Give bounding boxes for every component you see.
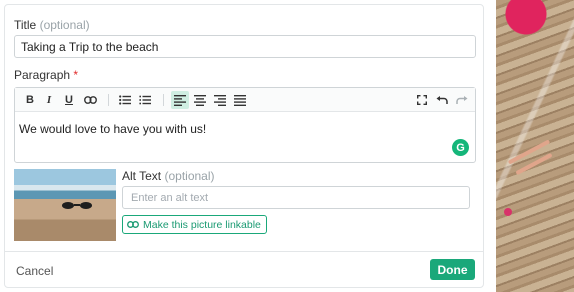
paragraph-editor[interactable]: B I U We would love to have you with us!… <box>14 87 476 163</box>
link-icon <box>83 96 97 104</box>
align-right-button[interactable] <box>211 91 229 109</box>
grammarly-icon[interactable]: G <box>452 139 469 156</box>
toolbar-divider <box>163 94 164 106</box>
editor-footer: Cancel Done <box>5 251 483 289</box>
cancel-button[interactable]: Cancel <box>16 264 53 278</box>
title-optional-hint: (optional) <box>39 18 90 32</box>
background-photo <box>496 0 574 292</box>
paragraph-label-text: Paragraph <box>14 68 71 82</box>
beach-image-thumbnail[interactable] <box>14 169 116 241</box>
make-picture-linkable-button[interactable]: Make this picture linkable <box>122 215 267 234</box>
alt-text-label-text: Alt Text <box>122 169 162 183</box>
align-left-icon <box>174 94 186 106</box>
alt-text-input[interactable] <box>122 186 470 209</box>
align-justify-icon <box>234 94 246 106</box>
paragraph-text[interactable]: We would love to have you with us! <box>19 122 206 136</box>
make-picture-linkable-label: Make this picture linkable <box>143 218 261 231</box>
numbered-list-button[interactable] <box>136 91 154 109</box>
align-center-button[interactable] <box>191 91 209 109</box>
bullet-list-icon <box>119 95 131 105</box>
photo-pin-decoration <box>504 208 512 216</box>
align-center-icon <box>194 94 206 106</box>
align-right-icon <box>214 94 226 106</box>
paragraph-label: Paragraph * <box>14 68 78 82</box>
fullscreen-button[interactable] <box>413 91 431 109</box>
undo-icon <box>436 95 448 104</box>
bullet-list-button[interactable] <box>116 91 134 109</box>
done-button[interactable]: Done <box>430 259 475 280</box>
title-label-text: Title <box>14 18 37 32</box>
title-label: Title (optional) <box>14 18 90 32</box>
redo-button[interactable] <box>453 91 471 109</box>
required-asterisk: * <box>73 68 79 82</box>
italic-button[interactable]: I <box>40 91 58 109</box>
fullscreen-icon <box>417 95 427 105</box>
numbered-list-icon <box>139 95 151 105</box>
title-input[interactable] <box>14 35 476 58</box>
undo-button[interactable] <box>433 91 451 109</box>
alt-text-optional-hint: (optional) <box>164 169 215 183</box>
image-text-block-editor: Title (optional) Paragraph * B I U <box>4 4 484 288</box>
link-button[interactable] <box>81 91 99 109</box>
bold-button[interactable]: B <box>21 91 39 109</box>
align-left-button[interactable] <box>171 91 189 109</box>
link-icon <box>127 221 139 228</box>
alt-text-label: Alt Text (optional) <box>122 169 215 183</box>
editor-toolbar: B I U <box>15 88 475 112</box>
redo-icon <box>456 95 468 104</box>
sunglasses-lens-left <box>62 202 74 209</box>
underline-button[interactable]: U <box>60 91 78 109</box>
sunglasses-lens-right <box>80 202 92 209</box>
toolbar-divider <box>108 94 109 106</box>
align-justify-button[interactable] <box>231 91 249 109</box>
